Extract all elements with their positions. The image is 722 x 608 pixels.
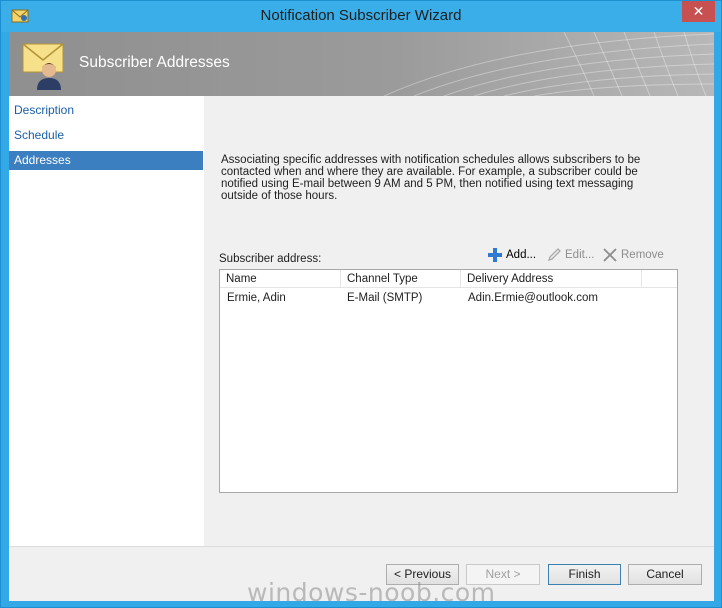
close-button[interactable]: ✕ bbox=[682, 1, 715, 22]
remove-x-icon bbox=[603, 248, 617, 262]
title-bar[interactable]: Notification Subscriber Wizard ✕ bbox=[1, 1, 721, 32]
cell-delivery-address: Adin.Ermie@outlook.com bbox=[468, 292, 598, 304]
subscriber-address-list[interactable]: Name Channel Type Delivery Address Ermie… bbox=[219, 269, 678, 493]
nav-item-addresses[interactable]: Addresses bbox=[9, 151, 203, 170]
edit-button[interactable]: Edit... bbox=[546, 246, 594, 264]
nav-item-description[interactable]: Description bbox=[9, 101, 203, 120]
cancel-button[interactable]: Cancel bbox=[628, 564, 702, 585]
page-description: Associating specific addresses with noti… bbox=[221, 154, 641, 202]
add-button[interactable]: Add... bbox=[487, 246, 536, 264]
cell-name: Ermie, Adin bbox=[227, 292, 286, 304]
add-icon bbox=[488, 248, 502, 262]
column-header-name[interactable]: Name bbox=[220, 270, 341, 288]
wizard-header: Subscriber Addresses bbox=[9, 32, 714, 96]
envelope-user-icon bbox=[22, 43, 64, 90]
decorative-waves bbox=[384, 32, 714, 96]
wizard-content: Associating specific addresses with noti… bbox=[204, 96, 714, 546]
wizard-window: Notification Subscriber Wizard ✕ Subscri… bbox=[0, 0, 722, 608]
edit-label: Edit... bbox=[565, 249, 595, 261]
finish-button[interactable]: Finish bbox=[548, 564, 621, 585]
window-title: Notification Subscriber Wizard bbox=[260, 7, 462, 24]
column-header-channel-type[interactable]: Channel Type bbox=[341, 270, 461, 288]
list-header: Name Channel Type Delivery Address bbox=[220, 270, 677, 288]
cell-channel-type: E-Mail (SMTP) bbox=[347, 292, 423, 304]
table-row[interactable]: Ermie, Adin E-Mail (SMTP) Adin.Ermie@out… bbox=[220, 289, 677, 307]
add-label: Add... bbox=[506, 249, 537, 261]
pencil-icon bbox=[547, 248, 561, 262]
nav-item-schedule[interactable]: Schedule bbox=[9, 126, 203, 145]
page-title: Subscriber Addresses bbox=[79, 54, 230, 71]
wizard-nav: Description Schedule Addresses bbox=[9, 96, 204, 546]
remove-label: Remove bbox=[621, 249, 664, 261]
wizard-client: Subscriber Addresses Description Schedul… bbox=[9, 32, 714, 601]
remove-button[interactable]: Remove bbox=[602, 246, 664, 264]
watermark: windows-noob.com bbox=[247, 578, 496, 607]
column-header-delivery-address[interactable]: Delivery Address bbox=[461, 270, 642, 288]
subscriber-address-label: Subscriber address: bbox=[219, 253, 322, 265]
